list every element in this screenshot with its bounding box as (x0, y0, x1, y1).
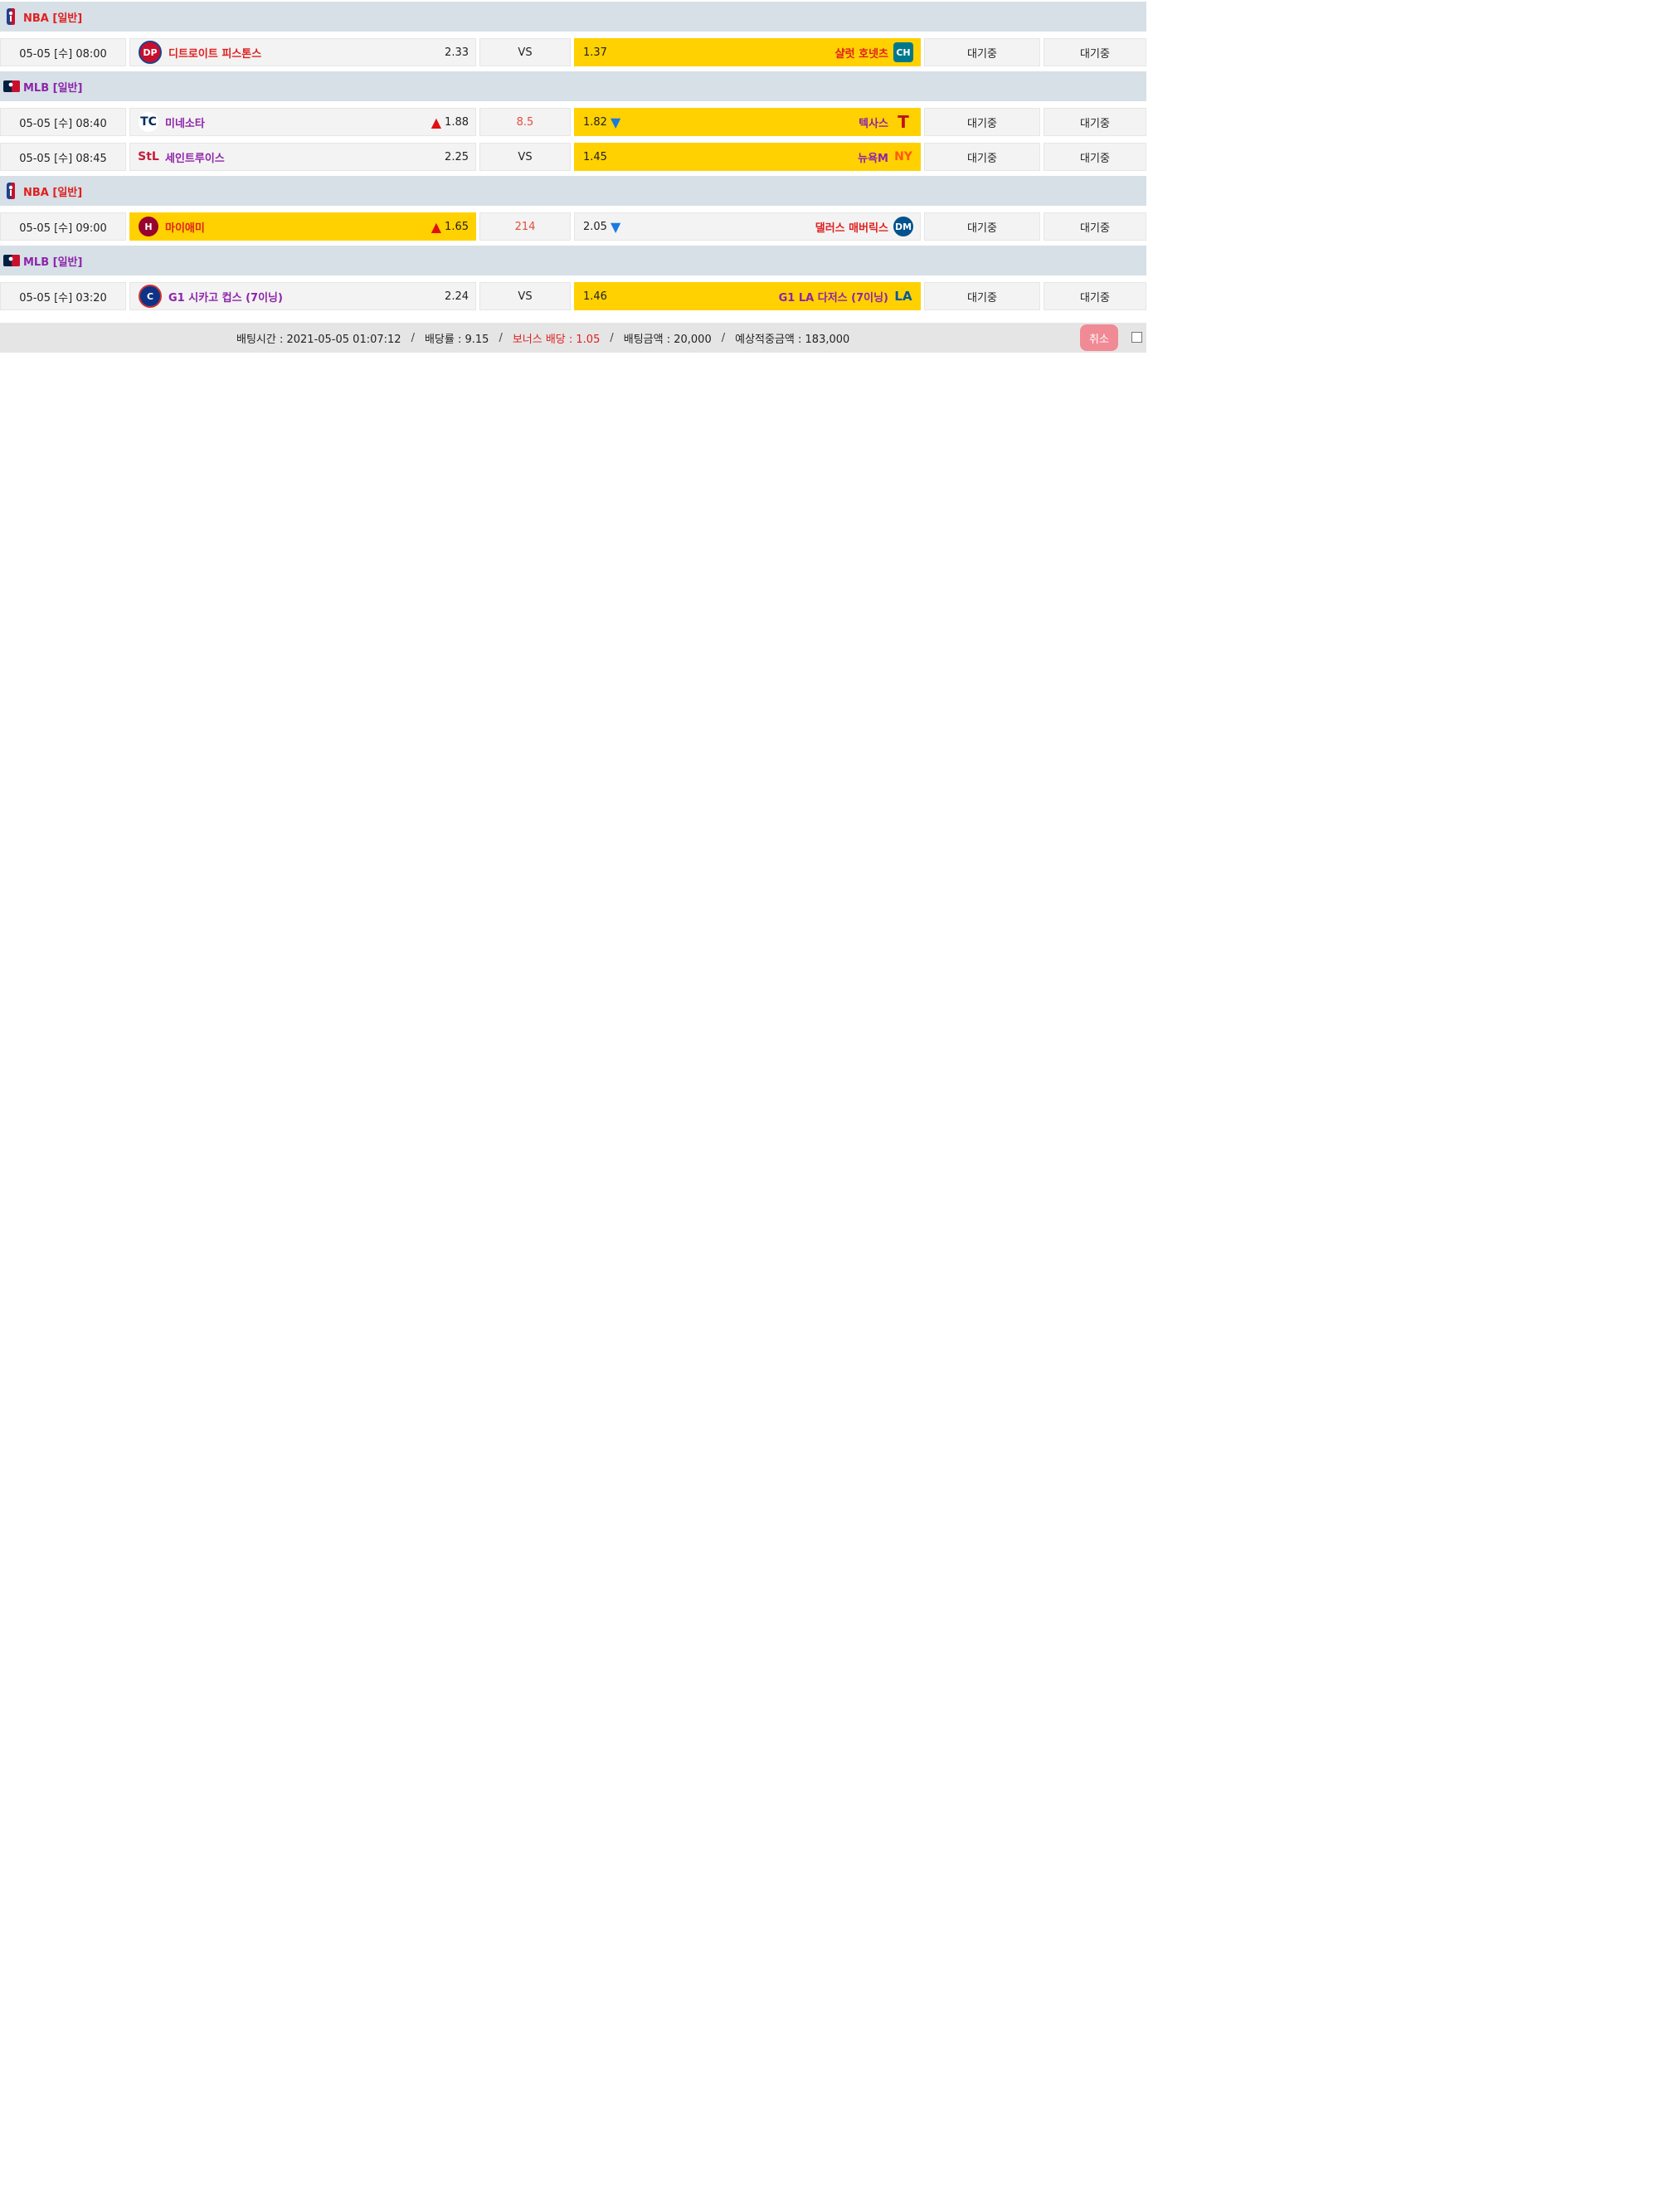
league-name: MLB [일반] (23, 81, 83, 95)
status-cell: 대기중 (1044, 282, 1146, 310)
match-row: 05-05 [수] 09:00 H 마이애미 ▲ 1.65 214 2.05 ▼ 댈… (0, 212, 1146, 241)
cardinals-logo-icon: StL (138, 150, 159, 163)
expected-win-text: 예상적중금액 : 183,000 (735, 333, 850, 346)
cancel-bet-button[interactable]: 취소 (1080, 324, 1118, 351)
away-odd-button[interactable]: 2.05 ▼ 댈러스 매버릭스 DM (574, 212, 921, 241)
home-odd-value: 2.25 (445, 150, 469, 163)
away-odd-value: 1.37 (583, 46, 607, 59)
hornets-logo-icon: CH (893, 42, 913, 62)
home-odd-value: 1.65 (445, 220, 469, 233)
handicap-cell[interactable]: 8.5 (479, 108, 571, 136)
bet-slip-board: NBA [일반] 05-05 [수] 08:00 DP 디트로이트 피스톤스 2… (0, 0, 1146, 310)
home-odd-value: 2.24 (445, 290, 469, 303)
home-odd-button[interactable]: C G1 시카고 컵스 (7이닝) 2.24 (129, 282, 476, 310)
home-odd-button[interactable]: TC 미네소타 ▲ 1.88 (129, 108, 476, 136)
match-row: 05-05 [수] 08:00 DP 디트로이트 피스톤스 2.33 VS 1.… (0, 38, 1146, 66)
status-cell: 대기중 (1044, 143, 1146, 171)
away-odd-button[interactable]: 1.82 ▼ 텍사스 T (574, 108, 921, 136)
baseball-league-icon (3, 78, 20, 95)
separator: / (721, 331, 726, 344)
home-team-name: 마이애미 (165, 222, 205, 235)
bet-summary-bar: 배팅시간 : 2021-05-05 01:07:12 / 배당률 : 9.15 … (0, 323, 1146, 353)
league-header: MLB [일반] (0, 246, 1146, 275)
status-cell: 대기중 (924, 282, 1040, 310)
away-odd-button[interactable]: 1.37 샬럿 호넷츠 CH (574, 38, 921, 66)
league-name: NBA [일반] (23, 186, 83, 199)
match-row: 05-05 [수] 08:45 StL 세인트루이스 2.25 VS 1.45 … (0, 143, 1146, 171)
away-odd-value: 1.46 (583, 290, 607, 303)
match-datetime: 05-05 [수] 08:45 (0, 143, 126, 171)
away-odd-value: 1.45 (583, 150, 607, 163)
home-odd-button[interactable]: StL 세인트루이스 2.25 (129, 143, 476, 171)
league-name: NBA [일반] (23, 12, 83, 25)
twins-logo-icon: TC (139, 112, 158, 132)
league-header: NBA [일반] (0, 176, 1146, 206)
away-odd-button[interactable]: 1.45 뉴욕M NY (574, 143, 921, 171)
bonus-odds-text: 보너스 배당 : 1.05 (512, 333, 601, 346)
away-team-name: G1 LA 다저스 (7이닝) (778, 291, 888, 305)
mavericks-logo-icon: DM (893, 217, 913, 236)
cubs-logo-icon: C (139, 285, 162, 308)
home-team-name: 세인트루이스 (165, 152, 225, 165)
league-name: MLB [일반] (23, 256, 83, 269)
status-cell: 대기중 (924, 143, 1040, 171)
away-odd-button[interactable]: 1.46 G1 LA 다저스 (7이닝) LA (574, 282, 921, 310)
heat-logo-icon: H (139, 217, 158, 236)
pistons-logo-icon: DP (139, 41, 162, 64)
home-team-name: G1 시카고 컵스 (7이닝) (168, 291, 283, 305)
status-cell: 대기중 (1044, 212, 1146, 241)
match-datetime: 05-05 [수] 08:00 (0, 38, 126, 66)
match-datetime: 05-05 [수] 09:00 (0, 212, 126, 241)
league-header: NBA [일반] (0, 2, 1146, 32)
odds-down-arrow-icon: ▼ (610, 114, 621, 130)
bet-time-text: 배팅시간 : 2021-05-05 01:07:12 (236, 333, 401, 346)
bet-amount-text: 배팅금액 : 20,000 (623, 333, 712, 346)
home-odd-button[interactable]: DP 디트로이트 피스톤스 2.33 (129, 38, 476, 66)
home-team-name: 디트로이트 피스톤스 (168, 47, 262, 61)
odds-up-arrow-icon: ▲ (431, 218, 442, 235)
away-team-name: 텍사스 (859, 117, 888, 130)
status-cell: 대기중 (924, 108, 1040, 136)
status-cell: 대기중 (1044, 108, 1146, 136)
odds-text: 배당률 : 9.15 (424, 333, 489, 346)
separator: / (499, 331, 503, 344)
status-cell: 대기중 (924, 212, 1040, 241)
handicap-cell[interactable]: 214 (479, 212, 571, 241)
select-checkbox[interactable] (1131, 332, 1142, 343)
baseball-league-icon (3, 252, 20, 269)
away-odd-value: 2.05 (583, 220, 607, 233)
basketball-league-icon (3, 8, 18, 25)
handicap-cell[interactable]: VS (479, 38, 571, 66)
match-row: 05-05 [수] 03:20 C G1 시카고 컵스 (7이닝) 2.24 V… (0, 282, 1146, 310)
league-header: MLB [일반] (0, 71, 1146, 101)
away-team-name: 뉴욕M (858, 152, 888, 165)
home-odd-value: 2.33 (445, 46, 469, 59)
away-team-name: 댈러스 매버릭스 (815, 222, 888, 235)
handicap-cell[interactable]: VS (479, 143, 571, 171)
odds-up-arrow-icon: ▲ (431, 114, 442, 130)
handicap-cell[interactable]: VS (479, 282, 571, 310)
mets-logo-icon: NY (894, 150, 912, 163)
away-odd-value: 1.82 (583, 115, 607, 129)
home-odd-button[interactable]: H 마이애미 ▲ 1.65 (129, 212, 476, 241)
dodgers-logo-icon: LA (894, 289, 912, 304)
home-odd-value: 1.88 (445, 115, 469, 129)
away-team-name: 샬럿 호넷츠 (834, 47, 888, 61)
rangers-logo-icon: T (898, 112, 909, 132)
status-cell: 대기중 (924, 38, 1040, 66)
match-datetime: 05-05 [수] 03:20 (0, 282, 126, 310)
match-row: 05-05 [수] 08:40 TC 미네소타 ▲ 1.88 8.5 1.82 ▼ … (0, 108, 1146, 136)
odds-down-arrow-icon: ▼ (610, 218, 621, 235)
status-cell: 대기중 (1044, 38, 1146, 66)
bet-summary-info: 배팅시간 : 2021-05-05 01:07:12 / 배당률 : 9.15 … (236, 323, 849, 353)
separator: / (610, 331, 614, 344)
basketball-league-icon (3, 183, 18, 199)
separator: / (411, 331, 415, 344)
match-datetime: 05-05 [수] 08:40 (0, 108, 126, 136)
home-team-name: 미네소타 (165, 117, 205, 130)
